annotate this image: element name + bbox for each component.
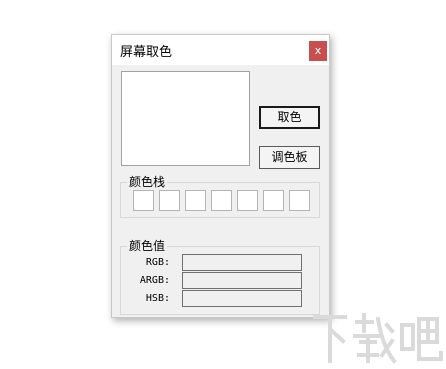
color-stack-swatch[interactable] xyxy=(159,190,180,211)
window-title: 屏幕取色 xyxy=(120,45,173,60)
color-picker-window: 屏幕取色 x 取色 调色板 颜色栈 颜色值 RGB: ARGB: HSB: xyxy=(111,34,330,318)
color-stack-swatch[interactable] xyxy=(237,190,258,211)
argb-field[interactable] xyxy=(182,272,302,289)
color-stack-swatch[interactable] xyxy=(185,190,206,211)
palette-button[interactable]: 调色板 xyxy=(259,146,320,169)
color-value-label: 颜色值 xyxy=(127,239,168,253)
rgb-field[interactable] xyxy=(182,254,302,271)
pick-color-button[interactable]: 取色 xyxy=(259,106,320,129)
title-bar[interactable]: 屏幕取色 x xyxy=(112,35,329,65)
hsb-label: HSB: xyxy=(145,293,170,304)
rgb-label: RGB: xyxy=(145,257,170,268)
color-stack-swatch[interactable] xyxy=(263,190,284,211)
site-watermark-logo xyxy=(313,313,443,364)
argb-label: ARGB: xyxy=(139,275,170,286)
hsb-field[interactable] xyxy=(182,290,302,307)
color-stack-label: 颜色栈 xyxy=(127,175,168,189)
color-stack-swatch[interactable] xyxy=(133,190,154,211)
close-button[interactable]: x xyxy=(309,41,327,61)
color-stack-swatch[interactable] xyxy=(211,190,232,211)
color-stack-swatch[interactable] xyxy=(289,190,310,211)
color-preview-area xyxy=(121,71,250,166)
close-icon: x xyxy=(314,44,322,57)
